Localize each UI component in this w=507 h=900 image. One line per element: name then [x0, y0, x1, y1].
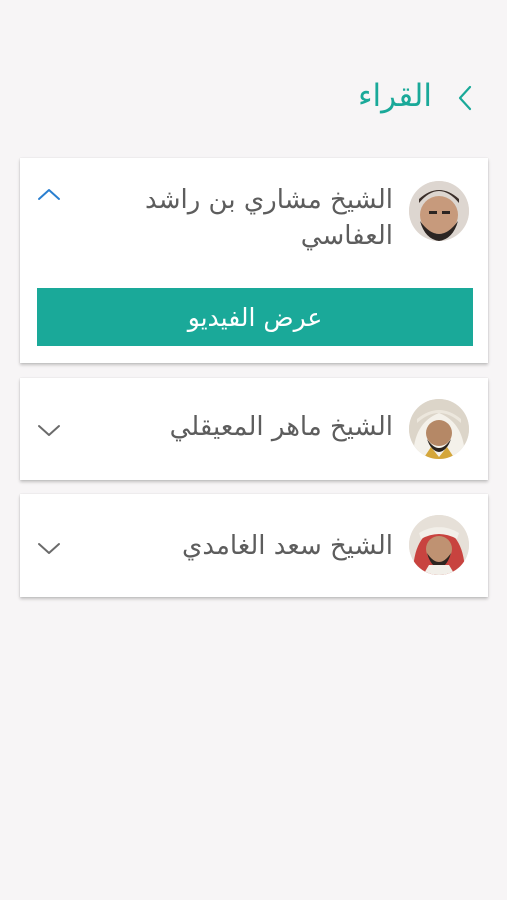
- reciter-name: الشيخ مشاري بن راشد العفاسي: [145, 185, 393, 251]
- reciter-name: الشيخ ماهر المعيقلي: [169, 412, 393, 442]
- collapse-toggle[interactable]: [36, 184, 62, 204]
- expand-toggle[interactable]: [36, 538, 62, 558]
- back-button[interactable]: [452, 83, 478, 113]
- avatar-ghamdi: [409, 515, 469, 575]
- reciter-card-alafasy[interactable]: الشيخ مشاري بن راشد العفاسي عرض الفيديو: [20, 158, 488, 363]
- chevron-down-icon: [38, 543, 60, 554]
- chevron-left-icon: [458, 85, 472, 111]
- header: القراء: [0, 60, 507, 134]
- chevron-up-icon: [38, 189, 60, 200]
- reciter-card-muaiqly[interactable]: الشيخ ماهر المعيقلي: [20, 378, 488, 480]
- page-title: القراء: [357, 78, 432, 114]
- reciters-screen: القراء الشيخ مشاري بن راشد العفاسي عرض ا…: [0, 0, 507, 900]
- reciter-card-ghamdi[interactable]: الشيخ سعد الغامدي: [20, 494, 488, 597]
- reciter-name: الشيخ سعد الغامدي: [181, 531, 393, 561]
- chevron-down-icon: [38, 425, 60, 436]
- expand-toggle[interactable]: [36, 420, 62, 440]
- avatar-alafasy: [409, 181, 469, 241]
- avatar-muaiqly: [409, 399, 469, 459]
- view-video-button[interactable]: عرض الفيديو: [37, 288, 473, 346]
